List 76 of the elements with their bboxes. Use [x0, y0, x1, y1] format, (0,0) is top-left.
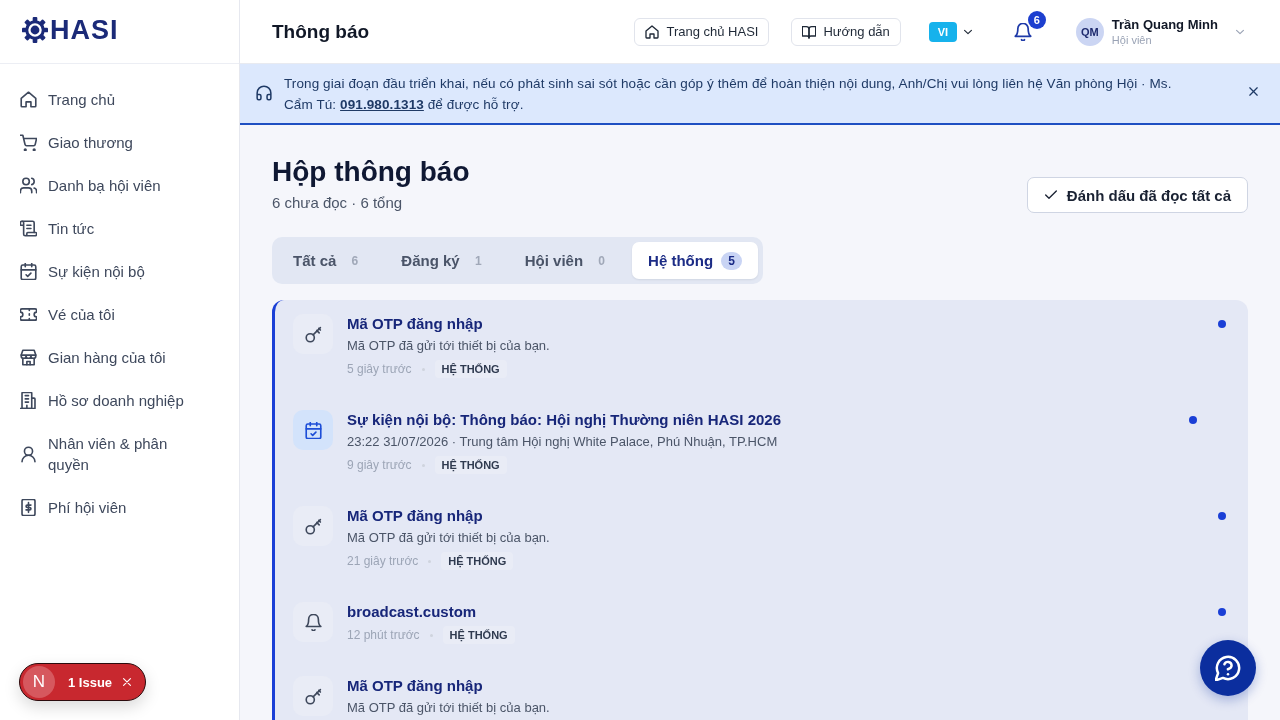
sidebar-item[interactable]: Giao thương: [12, 121, 227, 164]
notification-body: 23:22 31/07/2026 · Trung tâm Hội nghị White Palace, Phú Nhuận, TP.HCM: [347, 433, 778, 451]
banner-message: Trong giai đoạn đầu triển khai, nếu có phát sinh sai sót hoặc cần góp ý thêm để hoàn thiện nội dung, Anh/Chị vui lòng liên hệ Văn phòng Hội · Ms. Cẩm Tú: 091.980.1313 để được hỗ trợ.: [284, 75, 1173, 114]
logo-text: HASI: [50, 15, 119, 44]
unread-summary: 6 chưa đọc · 6 tổng: [272, 193, 404, 213]
category-tag: HỆ THỐNG: [434, 360, 507, 378]
issue-count-label: 1 Issue: [68, 674, 113, 690]
tab[interactable]: Tất cả 6: [277, 242, 382, 279]
calendar-check-icon: [20, 263, 37, 280]
check-icon: [1043, 188, 1058, 202]
header-link-button[interactable]: Hướng dẫn: [791, 17, 901, 46]
notification-time: 5 giây trước: [347, 362, 412, 376]
notification-body: Mã OTP đã gửi tới thiết bị của bạn.: [347, 337, 550, 355]
bell-icon[interactable]: [1013, 22, 1032, 41]
tab-count: 5: [721, 251, 743, 270]
notification-time: 12 phút trước: [347, 628, 420, 642]
bell-icon: [293, 602, 333, 642]
category-tag: HỆ THỐNG: [442, 626, 515, 644]
category-tag: HỆ THỐNG: [441, 552, 514, 570]
tab-count: 6: [350, 252, 360, 270]
tab[interactable]: Đăng ký 1: [385, 242, 505, 279]
tab[interactable]: Hội viên 0: [508, 242, 629, 279]
sidebar-item[interactable]: Vé của tôi: [12, 293, 227, 336]
users-icon: [20, 177, 37, 194]
question-bubble-icon: [1215, 655, 1241, 681]
notification-time: 21 giây trước: [347, 554, 419, 568]
notification-title[interactable]: Mã OTP đăng nhập: [347, 506, 483, 526]
notification-body: Mã OTP đã gửi tới thiết bị của bạn.: [347, 699, 550, 717]
sidebar-item[interactable]: Sự kiện nội bộ: [12, 250, 227, 293]
sidebar-item[interactable]: Hồ sơ doanh nghiệp: [12, 379, 227, 422]
phone-link[interactable]: 091.980.1313: [340, 97, 424, 112]
notification-time: 9 giây trước: [347, 458, 412, 472]
header-link-button[interactable]: Trang chủ HASI: [634, 17, 770, 46]
home-icon: [645, 24, 660, 39]
cart-icon: [20, 134, 37, 151]
close-icon[interactable]: [121, 676, 134, 688]
issue-badge[interactable]: N 1 Issue: [19, 663, 147, 701]
user-icon: [20, 445, 37, 463]
book-icon: [802, 24, 817, 39]
mark-all-read-button[interactable]: Đánh dấu đã đọc tất cả: [1026, 177, 1248, 213]
sidebar-item[interactable]: Gian hàng của tôi: [12, 336, 227, 379]
tab-count: 1: [473, 252, 483, 270]
sidebar-item[interactable]: Nhân viên & phân quyền: [12, 422, 227, 486]
calendar-check-icon: [293, 410, 333, 450]
sidebar-item[interactable]: Phí hội viên: [12, 486, 227, 529]
key-icon: [293, 314, 333, 354]
user-role: Hội viên: [1111, 32, 1153, 47]
close-button[interactable]: [1247, 85, 1260, 98]
sidebar-item[interactable]: Tin tức: [12, 207, 227, 250]
dollar-document-icon: [20, 499, 37, 516]
sidebar-item[interactable]: Danh bạ hội viên: [12, 164, 227, 207]
close-icon: [1247, 85, 1260, 98]
tab[interactable]: Hệ thống 5: [632, 242, 759, 279]
page-header-title: Thông báo: [272, 19, 370, 44]
building-icon: [20, 392, 37, 409]
logo-badge: N: [23, 666, 55, 698]
sidebar-item[interactable]: Trang chủ: [12, 78, 227, 121]
avatar[interactable]: QM: [1075, 17, 1104, 46]
inbox-title: Hộp thông báo: [272, 155, 470, 189]
notification-title[interactable]: broadcast.custom: [347, 602, 477, 622]
notification-body: Mã OTP đã gửi tới thiết bị của bạn.: [347, 529, 550, 547]
ticket-icon: [20, 306, 37, 323]
home-icon: [20, 91, 37, 108]
key-icon: [293, 506, 333, 546]
notification-title[interactable]: Mã OTP đăng nhập: [347, 676, 483, 696]
key-icon: [293, 676, 333, 716]
user-name: Trần Quang Minh: [1111, 16, 1218, 33]
notification-title[interactable]: Sự kiện nội bộ: Thông báo: Hội nghị Thường niên HASI 2026: [347, 410, 782, 430]
notification-title[interactable]: Mã OTP đăng nhập: [347, 314, 483, 334]
headset-icon: [256, 85, 272, 101]
category-tag: HỆ THỐNG: [434, 456, 507, 474]
notification-count-badge: 6: [1027, 10, 1046, 29]
scroll-icon: [20, 220, 37, 237]
store-icon: [20, 349, 37, 366]
gear-icon: [22, 16, 48, 43]
tab-count: 0: [597, 252, 606, 270]
